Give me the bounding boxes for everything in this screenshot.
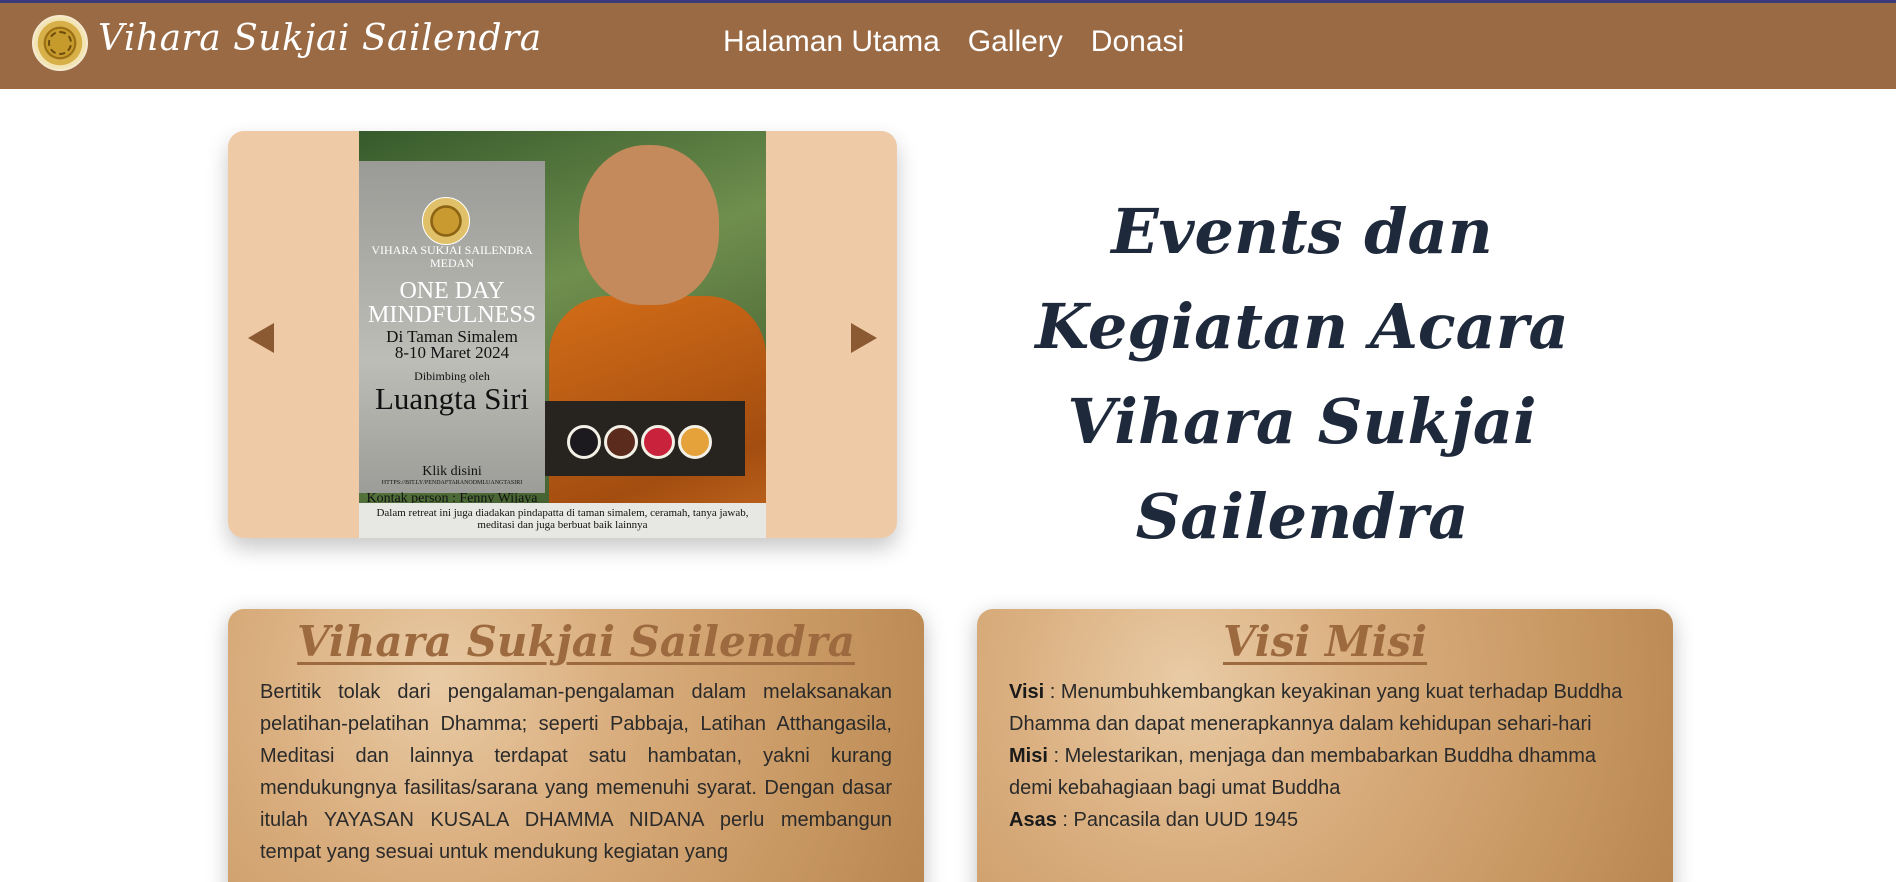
monk-photo [549, 131, 766, 538]
mission-text: : Melestarikan, menjaga dan membabarkan … [1009, 745, 1596, 799]
principle-label: Asas [1009, 809, 1057, 831]
nav-donasi[interactable]: Donasi [1091, 25, 1184, 59]
nav-gallery[interactable]: Gallery [968, 25, 1063, 59]
tea-cup-herbal [604, 425, 638, 459]
about-card: Vihara Sukjai Sailendra Bertitik tolak d… [228, 609, 924, 882]
poster-city: MEDAN [430, 256, 474, 270]
poster-title-2: MINDFULNESS [367, 302, 537, 328]
carousel-next-arrow-icon[interactable] [851, 323, 877, 353]
vision-item: Visi : Menumbuhkembangkan keyakinan yang… [1009, 676, 1641, 740]
tea-cup-red [641, 425, 675, 459]
mission-item: Misi : Melestarikan, menjaga dan membaba… [1009, 740, 1641, 804]
poster-link: HTTPS://BIT.LY/PENDAFTARANODMLUANGTASIRI [381, 480, 523, 486]
carousel-prev-arrow-icon[interactable] [248, 323, 274, 353]
event-poster-image: VIHARA SUKJAI SAILENDRA MEDAN ONE DAY MI… [359, 131, 766, 538]
vision-mission-card: Visi Misi Visi : Menumbuhkembangkan keya… [977, 609, 1673, 882]
about-title: Vihara Sukjai Sailendra [297, 617, 855, 666]
poster-date: 8-10 Maret 2024 [394, 343, 510, 362]
principle-item: Asas : Pancasila dan UUD 1945 [1009, 804, 1641, 836]
poster-title-1: ONE DAY [399, 278, 505, 304]
about-text: Bertitik tolak dari pengalaman-pengalama… [260, 681, 892, 863]
main-nav: Halaman Utama Gallery Donasi [723, 25, 1184, 59]
events-hero-title: Events dan Kegiatan Acara Vihara Sukjai … [1035, 195, 1569, 553]
poster-seal-icon [422, 197, 470, 245]
poster-footer: Dalam retreat ini juga diadakan pindapat… [359, 503, 766, 538]
event-carousel: VIHARA SUKJAI SAILENDRA MEDAN ONE DAY MI… [228, 131, 897, 538]
poster-teacher: Luangta Siri [374, 381, 530, 416]
vision-text: : Menumbuhkembangkan keyakinan yang kuat… [1009, 681, 1623, 735]
vihara-logo-icon[interactable] [32, 15, 88, 71]
nav-halaman-utama[interactable]: Halaman Utama [723, 25, 940, 59]
principle-text: : Pancasila dan UUD 1945 [1056, 809, 1299, 831]
vision-label: Visi [1009, 681, 1045, 703]
vision-title: Visi Misi [1222, 617, 1428, 666]
poster-text-panel: VIHARA SUKJAI SAILENDRA MEDAN ONE DAY MI… [359, 161, 545, 521]
tea-cup-gold [678, 425, 712, 459]
site-brand[interactable]: Vihara Sukjai Sailendra [98, 18, 542, 59]
tea-cup-black [567, 425, 601, 459]
navbar: Vihara Sukjai Sailendra Halaman Utama Ga… [0, 3, 1896, 89]
poster-click: Klik disini [422, 464, 482, 479]
mission-label: Misi [1009, 745, 1048, 767]
